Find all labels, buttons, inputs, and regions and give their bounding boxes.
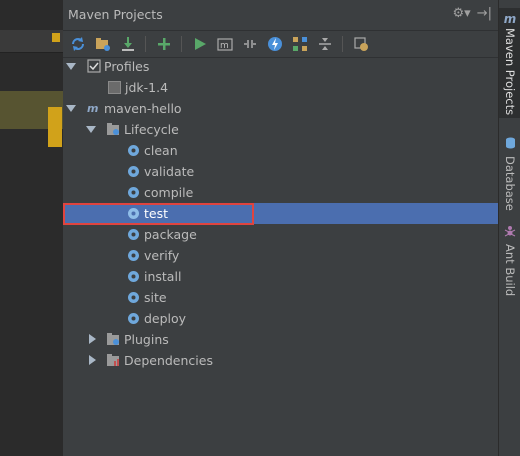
- svg-text:m: m: [87, 102, 98, 115]
- play-icon[interactable]: [189, 34, 210, 55]
- goal-gear-icon: [126, 248, 140, 262]
- download-icon[interactable]: [117, 34, 138, 55]
- offline-icon[interactable]: [239, 34, 260, 55]
- goal-item-clean[interactable]: clean: [63, 140, 498, 161]
- tree-node-profiles[interactable]: Profiles: [63, 56, 498, 77]
- hide-panel-icon[interactable]: →|: [477, 6, 492, 21]
- wrench-icon[interactable]: [350, 34, 371, 55]
- goal-item-compile[interactable]: compile: [63, 182, 498, 203]
- tree-label-project: maven-hello: [104, 101, 182, 116]
- editor-gutter-marker: [48, 107, 62, 147]
- tree-label-plugins: Plugins: [124, 332, 169, 347]
- goal-gear-icon: [126, 227, 140, 241]
- plus-icon[interactable]: [153, 34, 174, 55]
- tree-node-lifecycle[interactable]: Lifecycle: [63, 119, 498, 140]
- tree-node-plugins[interactable]: Plugins: [63, 329, 498, 350]
- expand-arrow-icon[interactable]: [86, 126, 96, 133]
- ant-icon: [504, 222, 516, 241]
- maven-m-icon: m: [503, 12, 517, 26]
- goal-label: package: [144, 227, 197, 242]
- editor-warning-marker: [52, 33, 60, 42]
- side-tab-label: Database: [503, 156, 517, 211]
- goal-label: verify: [144, 248, 180, 263]
- panel-titlebar: Maven Projects ⚙▾ →|: [63, 0, 498, 31]
- refresh-icon[interactable]: [67, 34, 88, 55]
- goal-item-test[interactable]: test: [63, 203, 498, 224]
- goal-label: validate: [144, 164, 195, 179]
- folder-gear-icon[interactable]: [92, 34, 113, 55]
- tree-label-lifecycle: Lifecycle: [124, 122, 179, 137]
- side-tab-label: Maven Projects: [503, 28, 517, 116]
- checkbox-icon[interactable]: [107, 80, 121, 94]
- goal-gear-icon: [126, 143, 140, 157]
- goal-label: install: [144, 269, 182, 284]
- toolbar-separator: [181, 36, 182, 52]
- toolbar-separator: [145, 36, 146, 52]
- lifecycle-folder-icon: [106, 122, 120, 136]
- tree-label-profiles: Profiles: [104, 59, 150, 74]
- goal-gear-icon: [126, 290, 140, 304]
- tree-node-profile[interactable]: jdk-1.4: [63, 77, 498, 98]
- goal-gear-icon: [126, 269, 140, 283]
- tree-label-dependencies: Dependencies: [124, 353, 213, 368]
- panel-title: Maven Projects: [68, 7, 163, 22]
- expand-arrow-icon[interactable]: [66, 63, 76, 70]
- tree-label-profile: jdk-1.4: [125, 80, 169, 95]
- goal-label: compile: [144, 185, 194, 200]
- editor-area: [0, 0, 64, 456]
- goal-label: clean: [144, 143, 178, 158]
- goal-item-install[interactable]: install: [63, 266, 498, 287]
- side-tab-maven-projects[interactable]: m Maven Projects: [499, 8, 520, 118]
- lightning-icon[interactable]: [264, 34, 285, 55]
- goal-item-package[interactable]: package: [63, 224, 498, 245]
- maven-toolbar: m: [63, 31, 498, 58]
- goal-gear-icon: [126, 206, 140, 220]
- side-tab-label: Ant Build: [503, 244, 517, 297]
- goal-item-deploy[interactable]: deploy: [63, 308, 498, 329]
- goal-label: test: [144, 206, 169, 221]
- collapse-icon[interactable]: [314, 34, 335, 55]
- dependencies-folder-icon: [106, 353, 120, 367]
- maven-project-icon: m: [87, 101, 101, 115]
- goal-gear-icon: [126, 311, 140, 325]
- maven-projects-panel: Maven Projects ⚙▾ →| m Profiles jdk-1.4 …: [63, 0, 498, 456]
- plugins-folder-icon: [106, 332, 120, 346]
- goal-item-validate[interactable]: validate: [63, 161, 498, 182]
- collapse-arrow-icon[interactable]: [89, 334, 96, 344]
- side-tab-ant-build[interactable]: Ant Build: [499, 218, 520, 298]
- goal-label: deploy: [144, 311, 187, 326]
- tool-window-strip: m Maven Projects Database Ant Build: [498, 0, 520, 456]
- tree-node-project[interactable]: m maven-hello: [63, 98, 498, 119]
- goal-item-verify[interactable]: verify: [63, 245, 498, 266]
- side-tab-database[interactable]: Database: [499, 130, 520, 211]
- goal-label: site: [144, 290, 167, 305]
- goal-gear-icon: [126, 164, 140, 178]
- collapse-arrow-icon[interactable]: [89, 355, 96, 365]
- database-icon: [505, 134, 516, 153]
- toolbar-separator: [342, 36, 343, 52]
- goal-gear-icon: [126, 185, 140, 199]
- goal-item-site[interactable]: site: [63, 287, 498, 308]
- gear-icon[interactable]: ⚙▾: [453, 6, 471, 21]
- maven-m-icon[interactable]: m: [214, 34, 235, 55]
- expand-arrow-icon[interactable]: [66, 105, 76, 112]
- profiles-icon: [87, 59, 101, 73]
- tree-node-dependencies[interactable]: Dependencies: [63, 350, 498, 371]
- dependencies-icon[interactable]: [289, 34, 310, 55]
- svg-text:m: m: [220, 41, 229, 51]
